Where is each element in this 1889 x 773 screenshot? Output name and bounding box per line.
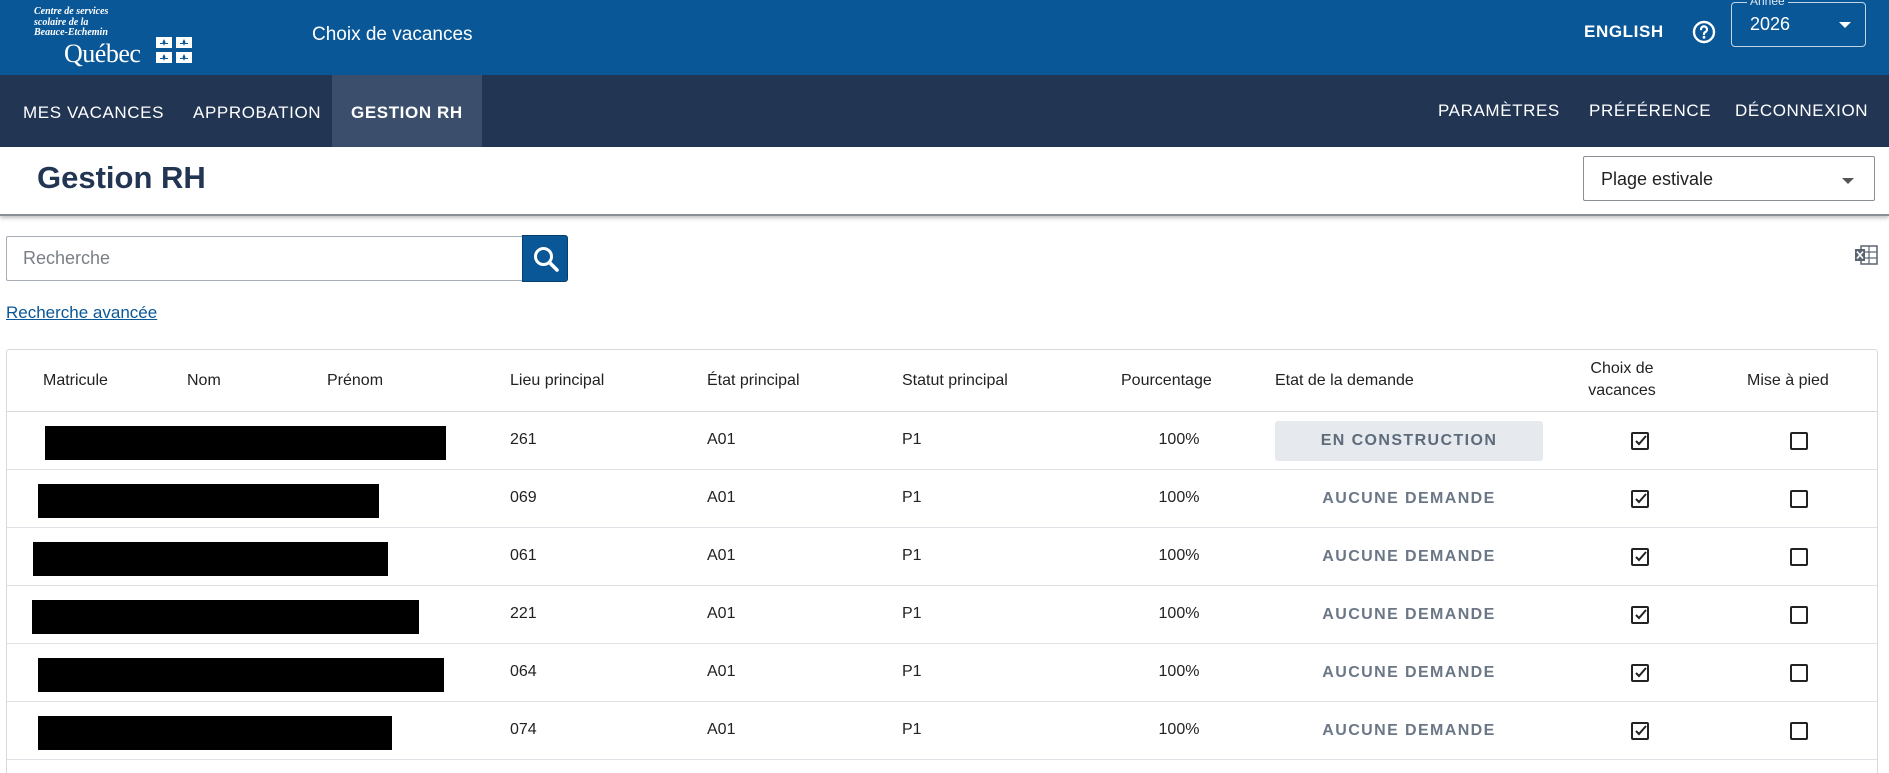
column-header-nom[interactable]: Nom [187,372,221,390]
checkbox-empty-icon[interactable] [1790,490,1808,508]
request-state-chip[interactable]: AUCUNE DEMANDE [1275,479,1543,519]
cell-statut-principal: P1 [902,489,922,506]
search-button[interactable] [522,235,568,282]
nav-gestion-rh[interactable]: GESTION RH [332,75,482,147]
column-header-mise-a-pied[interactable]: Mise à pied [1747,372,1829,390]
checkbox-checked-icon[interactable] [1631,432,1649,450]
checkbox-empty-icon[interactable] [1790,664,1808,682]
table-header: Matricule Nom Prénom Lieu principal État… [7,350,1877,412]
request-state-chip[interactable]: AUCUNE DEMANDE [1275,595,1543,635]
cell-lieu-principal: 261 [510,431,537,448]
request-state-chip[interactable]: EN CONSTRUCTION [1275,421,1543,461]
table-row[interactable]: 069 A01 P1 100% AUCUNE DEMANDE [7,470,1877,528]
redacted-name-block [38,658,444,692]
language-toggle-link[interactable]: ENGLISH [1584,22,1664,42]
cell-etat-principal: A01 [707,605,736,622]
main-navigation: MES VACANCES APPROBATION GESTION RH PARA… [0,75,1889,147]
redacted-name-block [32,600,419,634]
cell-statut-principal: P1 [902,547,922,564]
cell-pourcentage: 100% [1158,721,1200,738]
nav-mes-vacances[interactable]: MES VACANCES [4,75,183,147]
checkbox-checked-icon[interactable] [1631,664,1649,682]
column-header-pourcentage[interactable]: Pourcentage [1121,372,1212,390]
year-select-value: 2026 [1750,14,1791,34]
logo-line: Centre de services [34,6,109,17]
year-select[interactable]: Année 2026 [1731,0,1866,47]
nav-deconnexion[interactable]: DÉCONNEXION [1735,75,1868,147]
column-header-etat-demande[interactable]: Etat de la demande [1275,372,1414,390]
redacted-name-block [38,716,392,750]
cell-lieu-principal: 221 [510,605,537,622]
checkbox-checked-icon[interactable] [1631,490,1649,508]
redacted-name-block [45,426,446,460]
cell-pourcentage: 100% [1158,663,1200,680]
cell-etat-principal: A01 [707,721,736,738]
checkbox-empty-icon[interactable] [1790,606,1808,624]
year-select-label: Année [1747,0,1788,8]
cell-pourcentage: 100% [1158,605,1200,622]
help-icon[interactable] [1692,20,1716,44]
checkbox-empty-icon[interactable] [1790,432,1808,450]
cell-statut-principal: P1 [902,605,922,622]
cell-statut-principal: P1 [902,721,922,738]
table-row[interactable]: 061 A01 P1 100% AUCUNE DEMANDE [7,528,1877,586]
top-header: Centre de services scolaire de la Beauce… [0,0,1889,75]
chevron-down-icon [1842,178,1854,184]
nav-parametres[interactable]: PARAMÈTRES [1438,75,1560,147]
column-header-lieu-principal[interactable]: Lieu principal [510,372,604,390]
cell-lieu-principal: 069 [510,489,537,506]
cell-lieu-principal: 074 [510,721,537,738]
cell-etat-principal: A01 [707,547,736,564]
cell-pourcentage: 100% [1158,431,1200,448]
nav-preference[interactable]: PRÉFÉRENCE [1589,75,1711,147]
column-header-prenom[interactable]: Prénom [327,372,383,390]
checkbox-checked-icon[interactable] [1631,606,1649,624]
excel-export-icon[interactable] [1854,244,1878,266]
request-state-chip[interactable]: AUCUNE DEMANDE [1275,653,1543,693]
redacted-name-block [33,542,388,576]
organization-logo[interactable]: Centre de services scolaire de la Beauce… [34,6,204,68]
column-header-etat-principal[interactable]: État principal [707,372,800,390]
cell-etat-principal: A01 [707,489,736,506]
checkbox-checked-icon[interactable] [1631,548,1649,566]
period-select[interactable]: Plage estivale [1583,156,1875,201]
period-select-value: Plage estivale [1601,169,1714,189]
column-header-choix-vacances[interactable]: Choix de vacances [1577,358,1667,402]
employees-table: Matricule Nom Prénom Lieu principal État… [6,349,1878,773]
checkbox-empty-icon[interactable] [1790,722,1808,740]
cell-statut-principal: P1 [902,431,922,448]
app-title: Choix de vacances [312,24,473,45]
page-header: Gestion RH Plage estivale [0,147,1889,216]
cell-etat-principal: A01 [707,431,736,448]
redacted-name-block [38,484,379,518]
advanced-search-link[interactable]: Recherche avancée [6,303,157,323]
column-header-statut-principal[interactable]: Statut principal [902,372,1008,390]
chevron-down-icon [1839,22,1851,28]
cell-etat-principal: A01 [707,663,736,680]
request-state-chip[interactable]: AUCUNE DEMANDE [1275,711,1543,751]
cell-pourcentage: 100% [1158,489,1200,506]
checkbox-empty-icon[interactable] [1790,548,1808,566]
search-icon [534,247,559,272]
table-row[interactable]: 074 A01 P1 100% AUCUNE DEMANDE [7,702,1877,760]
request-state-chip[interactable]: AUCUNE DEMANDE [1275,537,1543,577]
column-header-matricule[interactable]: Matricule [43,372,108,390]
cell-lieu-principal: 061 [510,547,537,564]
table-row[interactable]: 064 A01 P1 100% AUCUNE DEMANDE [7,644,1877,702]
table-row[interactable]: 261 A01 P1 100% EN CONSTRUCTION [7,412,1877,470]
cell-lieu-principal: 064 [510,663,537,680]
search-input[interactable] [6,236,524,281]
page-title: Gestion RH [37,160,206,195]
nav-approbation[interactable]: APPROBATION [174,75,340,147]
checkbox-checked-icon[interactable] [1631,722,1649,740]
cell-pourcentage: 100% [1158,547,1200,564]
cell-statut-principal: P1 [902,663,922,680]
table-row[interactable]: 221 A01 P1 100% AUCUNE DEMANDE [7,586,1877,644]
logo-wordmark: Québec [64,39,141,68]
quebec-flag-icon [156,37,192,63]
